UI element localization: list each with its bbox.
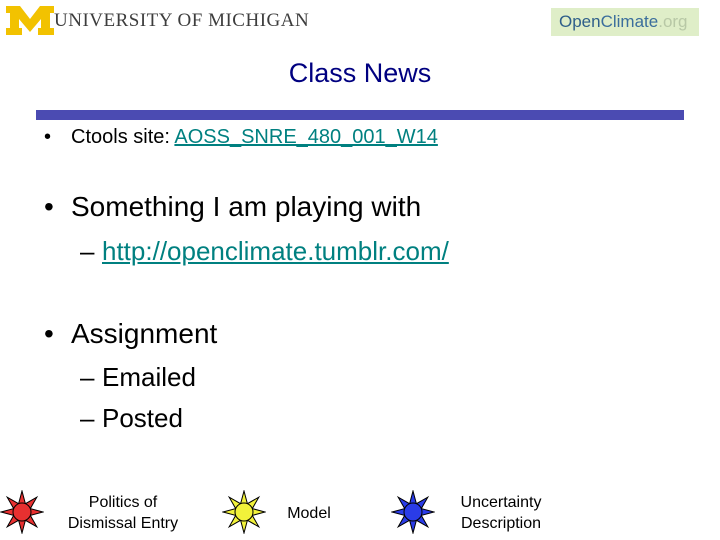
ctools-link[interactable]: AOSS_SNRE_480_001_W14: [174, 126, 438, 148]
bullet-dot: •: [44, 126, 52, 148]
posted-label: Posted: [102, 403, 183, 433]
playing-label: Something I am playing with: [71, 191, 422, 222]
ctools-label: Ctools site:: [71, 126, 175, 148]
bullet-playing: • Something I am playing with: [44, 191, 421, 223]
bullet-ctools: • Ctools site: AOSS_SNRE_480_001_W14: [44, 126, 438, 149]
sub-bullet-posted: – Posted: [80, 403, 183, 434]
sub-bullet-dash: –: [80, 403, 95, 433]
sub-bullet-tumblr: – http://openclimate.tumblr.com/: [80, 236, 449, 267]
model-label: Model: [287, 505, 331, 522]
slide-title: Class News: [288, 58, 432, 88]
bullet-assignment: • Assignment: [44, 318, 217, 350]
university-of-michigan-logo: UNIVERSITY OF MICHIGAN: [4, 4, 309, 37]
title-divider: [36, 110, 684, 120]
tumblr-link[interactable]: http://openclimate.tumblr.com/: [102, 236, 449, 266]
blue-star-icon: [391, 490, 435, 534]
openclimate-logo: Open Climate .org: [551, 8, 699, 36]
sub-bullet-dash: –: [80, 362, 95, 392]
uncertainty-label: Uncertainty Description: [460, 494, 542, 532]
block-m-icon: [6, 6, 54, 35]
sub-bullet-dash: –: [80, 236, 95, 266]
red-star-icon: [0, 490, 44, 534]
bullet-dot: •: [44, 191, 54, 222]
politics-label: Politics of Dismissal Entry: [67, 494, 179, 532]
bullet-dot: •: [44, 318, 54, 349]
assignment-label: Assignment: [71, 318, 218, 349]
emailed-label: Emailed: [102, 362, 196, 392]
sub-bullet-emailed: – Emailed: [80, 362, 196, 393]
university-wordmark: UNIVERSITY OF MICHIGAN: [54, 10, 310, 31]
yellow-star-icon: [222, 490, 266, 534]
